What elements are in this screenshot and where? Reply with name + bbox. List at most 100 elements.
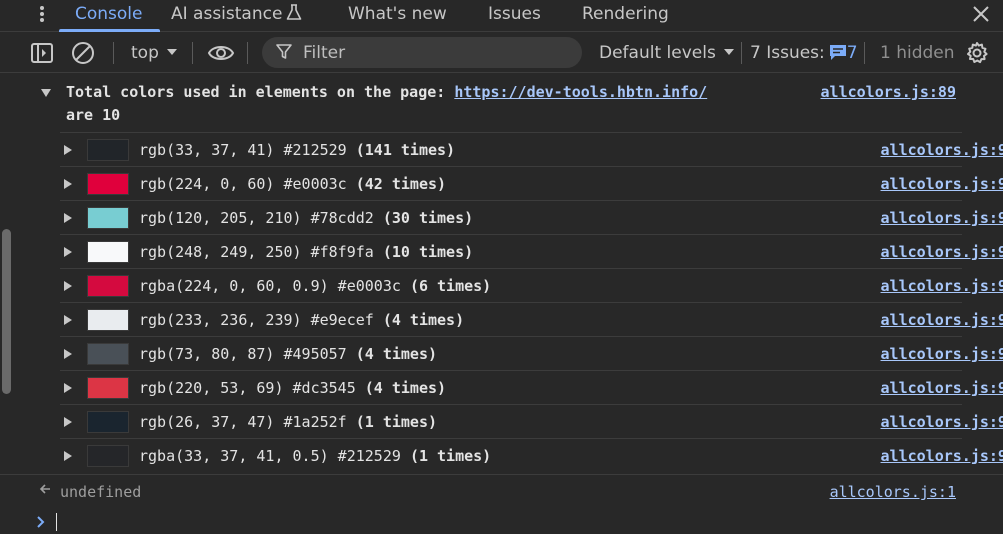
group-message: Total colors used in elements on the pag… bbox=[66, 81, 786, 127]
source-link[interactable]: allcolors.js:91 bbox=[881, 241, 1003, 263]
context-selector[interactable]: top bbox=[131, 41, 178, 65]
log-levels-dropdown[interactable]: Default levels bbox=[599, 41, 735, 65]
text-cursor bbox=[56, 513, 57, 531]
console-output: Total colors used in elements on the pag… bbox=[0, 74, 1003, 534]
source-link[interactable]: allcolors.js:91 bbox=[881, 139, 1003, 161]
source-link[interactable]: allcolors.js:89 bbox=[821, 81, 956, 104]
log-levels-label: Default levels bbox=[599, 43, 716, 63]
color-count: (10 times) bbox=[382, 243, 474, 261]
color-entry: rgb(224, 0, 60) #e0003c (42 times) bbox=[139, 173, 446, 195]
color-swatch bbox=[87, 343, 129, 365]
color-row[interactable]: rgb(120, 205, 210) #78cdd2 (30 times) all… bbox=[60, 200, 1003, 234]
issue-message-icon bbox=[829, 45, 846, 60]
eye-icon[interactable] bbox=[207, 42, 235, 64]
collapsed-arrow-icon[interactable] bbox=[63, 314, 73, 326]
filter-icon bbox=[276, 44, 292, 59]
color-value: rgb(248, 249, 250) #f8f9fa bbox=[139, 243, 374, 261]
console-toolbar: top Default levels 7 Issues: 7 1 hidden bbox=[0, 33, 1003, 73]
tab-issues[interactable]: Issues bbox=[488, 0, 541, 31]
tab-whats-new[interactable]: What's new bbox=[348, 0, 447, 31]
color-row[interactable]: rgb(33, 37, 41) #212529 (141 times) allco… bbox=[60, 132, 1003, 166]
color-swatch bbox=[87, 207, 129, 229]
color-count: (1 times) bbox=[355, 413, 438, 431]
color-entry: rgb(248, 249, 250) #f8f9fa (10 times) bbox=[139, 241, 473, 263]
issues-count: 7 bbox=[846, 43, 858, 63]
collapsed-arrow-icon[interactable] bbox=[63, 144, 73, 156]
color-value: rgb(224, 0, 60) #e0003c bbox=[139, 175, 347, 193]
source-link[interactable]: allcolors.js:91 bbox=[881, 173, 1003, 195]
color-value: rgba(224, 0, 60, 0.9) #e0003c bbox=[139, 277, 401, 295]
expanded-arrow-icon[interactable] bbox=[40, 88, 52, 98]
source-link[interactable]: allcolors.js:91 bbox=[881, 377, 1003, 399]
tab-console[interactable]: Console bbox=[59, 0, 159, 32]
color-entry: rgba(33, 37, 41, 0.5) #212529 (1 times) bbox=[139, 445, 491, 467]
color-value: rgba(33, 37, 41, 0.5) #212529 bbox=[139, 447, 401, 465]
console-group-header[interactable]: Total colors used in elements on the pag… bbox=[0, 74, 1003, 132]
color-entry: rgba(224, 0, 60, 0.9) #e0003c (6 times) bbox=[139, 275, 491, 297]
context-label: top bbox=[131, 43, 159, 63]
source-link[interactable]: allcolors.js:1 bbox=[830, 481, 956, 503]
close-icon[interactable] bbox=[970, 3, 992, 25]
collapsed-arrow-icon[interactable] bbox=[63, 382, 73, 394]
color-row[interactable]: rgba(33, 37, 41, 0.5) #212529 (1 times) a… bbox=[60, 438, 1003, 472]
chevron-down-icon bbox=[166, 49, 177, 55]
toolbar-divider bbox=[247, 42, 248, 64]
color-swatch bbox=[87, 241, 129, 263]
color-row[interactable]: rgb(26, 37, 47) #1a252f (1 times) allcolo… bbox=[60, 404, 1003, 438]
source-link[interactable]: allcolors.js:91 bbox=[881, 207, 1003, 229]
color-value: rgb(73, 80, 87) #495057 bbox=[139, 345, 347, 363]
scrollbar-thumb[interactable] bbox=[2, 229, 11, 394]
color-row[interactable]: rgba(224, 0, 60, 0.9) #e0003c (6 times) a… bbox=[60, 268, 1003, 302]
color-row[interactable]: rgb(73, 80, 87) #495057 (4 times) allcolo… bbox=[60, 336, 1003, 370]
collapsed-arrow-icon[interactable] bbox=[63, 178, 73, 190]
color-value: rgb(33, 37, 41) #212529 bbox=[139, 141, 347, 159]
source-link[interactable]: allcolors.js:91 bbox=[881, 411, 1003, 433]
hidden-messages-count: 1 hidden bbox=[880, 43, 955, 63]
tab-label: What's new bbox=[348, 4, 447, 24]
source-link[interactable]: allcolors.js:91 bbox=[881, 343, 1003, 365]
toolbar-divider bbox=[192, 42, 193, 64]
sidebar-toggle-icon[interactable] bbox=[30, 41, 54, 65]
toolbar-divider bbox=[113, 42, 114, 64]
issues-button[interactable]: 7 Issues: 7 bbox=[750, 41, 858, 65]
collapsed-arrow-icon[interactable] bbox=[63, 212, 73, 224]
color-swatch bbox=[87, 173, 129, 195]
color-swatch bbox=[87, 275, 129, 297]
color-row[interactable]: rgb(224, 0, 60) #e0003c (42 times) allcol… bbox=[60, 166, 1003, 200]
color-swatch bbox=[87, 377, 129, 399]
more-tabs-icon[interactable] bbox=[34, 4, 50, 24]
flask-icon bbox=[287, 4, 302, 20]
collapsed-arrow-icon[interactable] bbox=[63, 450, 73, 462]
issues-label: 7 Issues: bbox=[750, 43, 825, 63]
tab-rendering[interactable]: Rendering bbox=[582, 0, 669, 31]
collapsed-arrow-icon[interactable] bbox=[63, 348, 73, 360]
page-url-link[interactable]: https://dev-tools.hbtn.info/ bbox=[454, 83, 707, 101]
result-value: undefined bbox=[60, 483, 142, 501]
color-row[interactable]: rgb(248, 249, 250) #f8f9fa (10 times) all… bbox=[60, 234, 1003, 268]
gear-icon[interactable] bbox=[965, 41, 989, 65]
prompt-chevron-icon bbox=[37, 516, 45, 528]
group-title: Total colors used in elements on the pag… bbox=[66, 83, 446, 101]
filter-input[interactable] bbox=[262, 37, 582, 68]
color-entry: rgb(220, 53, 69) #dc3545 (4 times) bbox=[139, 377, 446, 399]
color-row[interactable]: rgb(233, 236, 239) #e9ecef (4 times) allc… bbox=[60, 302, 1003, 336]
source-link[interactable]: allcolors.js:91 bbox=[881, 275, 1003, 297]
color-swatch bbox=[87, 445, 129, 467]
return-arrow-icon bbox=[39, 484, 50, 494]
collapsed-arrow-icon[interactable] bbox=[63, 416, 73, 428]
clear-console-icon[interactable] bbox=[71, 41, 95, 65]
color-swatch bbox=[87, 309, 129, 331]
chevron-down-icon bbox=[723, 49, 734, 55]
source-link[interactable]: allcolors.js:91 bbox=[881, 309, 1003, 331]
devtools-tab-strip: Console AI assistance What's new Issues … bbox=[0, 0, 1003, 32]
color-value: rgb(26, 37, 47) #1a252f bbox=[139, 413, 347, 431]
console-prompt[interactable] bbox=[0, 508, 1003, 534]
color-entry: rgb(26, 37, 47) #1a252f (1 times) bbox=[139, 411, 437, 433]
toolbar-divider bbox=[864, 42, 865, 64]
color-row[interactable]: rgb(220, 53, 69) #dc3545 (4 times) allcol… bbox=[60, 370, 1003, 404]
source-link[interactable]: allcolors.js:91 bbox=[881, 445, 1003, 467]
collapsed-arrow-icon[interactable] bbox=[63, 246, 73, 258]
collapsed-arrow-icon[interactable] bbox=[63, 280, 73, 292]
tab-ai-assistance[interactable]: AI assistance bbox=[171, 0, 302, 31]
color-entry: rgb(233, 236, 239) #e9ecef (4 times) bbox=[139, 309, 464, 331]
